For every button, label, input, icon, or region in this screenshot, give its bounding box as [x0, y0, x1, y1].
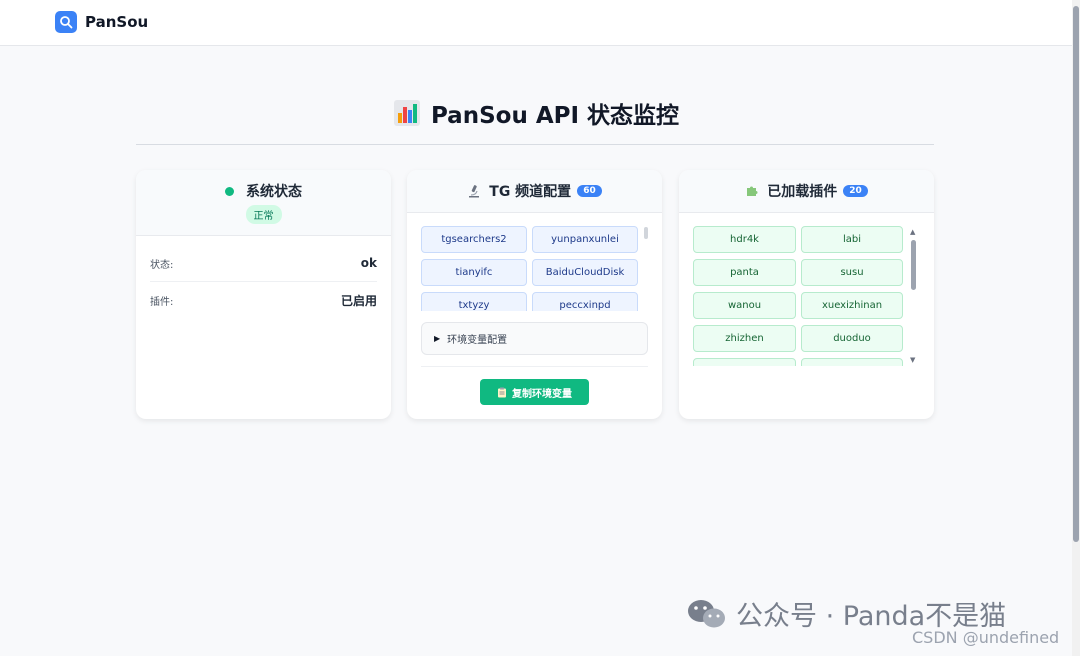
plugin-list-scrollbar[interactable]: ▲ ▼ [908, 228, 920, 368]
top-navbar: PanSou [0, 0, 1072, 46]
plugin-chip[interactable]: labi [801, 226, 903, 253]
card-title: 系统状态 [246, 184, 302, 200]
env-config-label: 环境变量配置 [447, 335, 508, 346]
row-value: ok [360, 256, 377, 270]
microscope-icon [467, 184, 481, 198]
plugin-chip[interactable]: xuexizhinan [801, 292, 903, 319]
card-header: 系统状态 正常 [136, 170, 391, 236]
puzzle-icon [745, 184, 759, 198]
scroll-down-icon[interactable]: ▼ [910, 356, 915, 364]
plugins-row: 插件: 已启用 [150, 282, 377, 319]
plugin-chip[interactable]: panta [693, 259, 796, 286]
expand-triangle-icon: ▶ [434, 334, 441, 343]
channel-list-scrollbar[interactable] [644, 227, 648, 239]
plugin-chip[interactable]: zhizhen [693, 325, 796, 352]
scrollbar-thumb[interactable] [1073, 6, 1079, 542]
copy-env-label: 复制环境变量 [512, 388, 572, 400]
plugin-chip[interactable]: duoduo [801, 325, 903, 352]
wechat-icon [686, 597, 728, 631]
copy-env-button[interactable]: 复制环境变量 [480, 379, 589, 405]
env-config-toggle[interactable]: ▶ 环境变量配置 [421, 322, 648, 355]
system-status-card: 系统状态 正常 状态: ok 插件: 已启用 [136, 170, 391, 419]
status-row: 状态: ok [150, 245, 377, 282]
title-divider [136, 144, 934, 145]
row-value: 已启用 [340, 294, 377, 308]
scroll-up-icon[interactable]: ▲ [910, 228, 915, 236]
tg-channel-card: TG 频道配置 60 tgsearchers2 yunpanxunlei tia… [407, 170, 662, 419]
card-title: 已加载插件 [767, 184, 838, 200]
card-header: 已加载插件 20 [679, 170, 934, 213]
credit-text: CSDN @undefined [912, 628, 1060, 647]
plugin-chip[interactable]: wanou [693, 292, 796, 319]
plugin-list[interactable]: hdr4k labi panta susu wanou xuexizhinan … [693, 226, 913, 366]
channel-chip[interactable]: tianyifc [421, 259, 527, 286]
channel-chip[interactable]: txtyzy [421, 292, 527, 311]
page-title: PanSou API 状态监控 [0, 96, 1072, 133]
plugin-chip[interactable]: susu [801, 259, 903, 286]
channel-chip[interactable]: yunpanxunlei [532, 226, 638, 253]
search-icon[interactable] [55, 11, 77, 33]
channel-list[interactable]: tgsearchers2 yunpanxunlei tianyifc Baidu… [421, 226, 641, 311]
brand-name[interactable]: PanSou [85, 13, 148, 31]
status-dot-icon [225, 186, 234, 196]
bar-chart-icon [393, 99, 421, 133]
channel-chip[interactable]: BaiduCloudDisk [532, 259, 638, 286]
page-scrollbar[interactable] [1072, 0, 1080, 656]
row-label: 插件: [150, 297, 174, 308]
plugin-chip[interactable] [693, 358, 796, 366]
count-badge: 20 [843, 185, 868, 197]
channel-chip[interactable]: tgsearchers2 [421, 226, 527, 253]
row-label: 状态: [150, 259, 174, 271]
clipboard-icon [497, 387, 507, 398]
loaded-plugins-card: 已加载插件 20 hdr4k labi panta susu wanou xue… [679, 170, 934, 419]
scrollbar-thumb[interactable] [911, 240, 916, 290]
status-badge: 正常 [245, 205, 282, 224]
plugin-chip[interactable] [801, 358, 903, 366]
card-header: TG 频道配置 60 [407, 170, 662, 213]
divider [421, 366, 648, 367]
count-badge: 60 [577, 185, 602, 197]
channel-chip[interactable]: peccxinpd [532, 292, 638, 311]
card-title: TG 频道配置 [489, 184, 572, 200]
page-title-text: PanSou API 状态监控 [430, 103, 680, 129]
plugin-chip[interactable]: hdr4k [693, 226, 796, 253]
